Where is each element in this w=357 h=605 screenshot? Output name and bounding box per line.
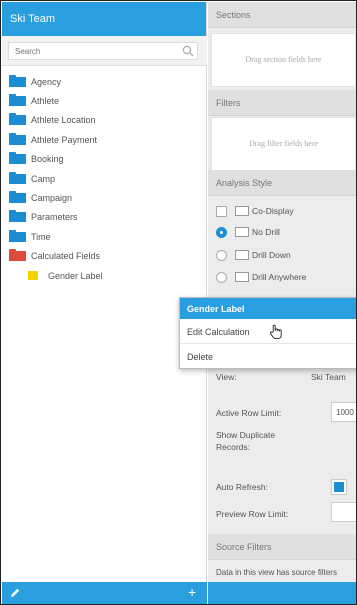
co-display-label: Co-Display: [252, 206, 294, 216]
edit-calculation-label: Edit Calculation: [187, 327, 250, 337]
folder-parameters[interactable]: Parameters: [2, 208, 207, 227]
left-footer-bar: +: [2, 582, 207, 604]
field-tree: Agency Athlete Athlete Location Athlete …: [2, 72, 207, 285]
right-footer-bar: [208, 582, 356, 604]
search-input[interactable]: [8, 42, 198, 60]
edit-calculation-item[interactable]: Edit Calculation: [180, 319, 356, 344]
drill-down-icon: [235, 250, 249, 260]
drill-anywhere-icon: [235, 272, 249, 282]
folder-icon: [9, 132, 26, 145]
delete-label: Delete: [187, 352, 214, 362]
folder-athlete-payment[interactable]: Athlete Payment: [2, 130, 207, 149]
folder-label: Parameters: [31, 212, 78, 223]
folder-icon: [9, 152, 26, 165]
folder-agency[interactable]: Agency: [2, 72, 207, 91]
folder-label: Campaign: [31, 193, 73, 204]
analysis-style-header: Analysis Style: [208, 170, 356, 196]
folder-icon: [9, 210, 26, 223]
active-row-limit-label: Active Row Limit:: [216, 408, 282, 418]
drill-down-label: Drill Down: [252, 250, 291, 260]
field-label: Gender Label: [48, 270, 103, 281]
filters-drop-zone[interactable]: Drag filter fields here: [211, 117, 356, 171]
field-gender-label[interactable]: Gender Label: [2, 266, 207, 285]
search-icon[interactable]: [182, 45, 194, 57]
sections-header: Sections: [208, 2, 356, 28]
folder-camp[interactable]: Camp: [2, 169, 207, 188]
no-drill-icon: [235, 227, 249, 237]
co-display-checkbox[interactable]: [216, 205, 227, 217]
folder-icon: [9, 191, 26, 204]
source-filters-header: Source Filters: [208, 534, 356, 560]
drill-anywhere-radio[interactable]: [216, 271, 227, 283]
preview-row-limit-label: Preview Row Limit:: [216, 509, 289, 519]
hand-cursor-icon: [269, 324, 282, 340]
context-menu: Gender Label Edit Calculation Delete: [179, 297, 356, 369]
drill-down-option[interactable]: Drill Down: [216, 245, 291, 265]
folder-icon: [9, 94, 26, 107]
folder-icon: [9, 229, 26, 242]
view-title: Ski Team: [2, 2, 206, 36]
drill-anywhere-option[interactable]: Drill Anywhere: [216, 267, 306, 287]
folder-label: Calculated Fields: [31, 251, 101, 262]
folder-label: Athlete Location: [31, 115, 96, 126]
folder-icon: [9, 74, 26, 87]
folder-label: Booking: [31, 154, 64, 165]
folder-time[interactable]: Time: [2, 227, 207, 246]
app-window: Ski Team Agency Athlete Athlete Location: [0, 0, 357, 605]
folder-label: Agency: [31, 76, 62, 87]
pencil-icon[interactable]: [9, 587, 21, 599]
filters-header: Filters: [208, 90, 356, 116]
delete-item[interactable]: Delete: [180, 344, 356, 369]
search-bar: [2, 36, 207, 66]
no-drill-label: No Drill: [252, 227, 280, 237]
no-drill-option[interactable]: No Drill: [216, 222, 280, 242]
folder-calculated-fields[interactable]: Calculated Fields: [2, 247, 207, 266]
show-duplicate-label: Show Duplicate: [216, 430, 276, 440]
folder-icon: [9, 113, 26, 126]
folder-booking[interactable]: Booking: [2, 150, 207, 169]
folder-icon: [9, 171, 26, 184]
folder-athlete[interactable]: Athlete: [2, 91, 207, 110]
auto-refresh-toggle[interactable]: [331, 479, 347, 495]
data-panel: Ski Team Agency Athlete Athlete Location: [2, 2, 207, 604]
preview-row-limit-input[interactable]: [331, 502, 356, 522]
show-duplicate-label-cont: Records:: [216, 442, 251, 452]
sections-drop-zone[interactable]: Drag section fields here: [211, 33, 356, 87]
add-icon[interactable]: +: [188, 584, 196, 600]
view-value: Ski Team: [311, 372, 346, 382]
folder-open-icon: [9, 249, 26, 262]
folder-label: Athlete: [31, 96, 60, 107]
co-display-icon: [235, 206, 249, 216]
co-display-option[interactable]: Co-Display: [216, 201, 294, 221]
folder-label: Camp: [31, 173, 56, 184]
calculated-field-icon: [28, 271, 38, 281]
drill-anywhere-label: Drill Anywhere: [252, 272, 307, 282]
folder-label: Time: [31, 231, 51, 242]
folder-campaign[interactable]: Campaign: [2, 188, 207, 207]
no-drill-radio[interactable]: [216, 226, 227, 238]
source-filters-text: Data in this view has source filters: [216, 568, 337, 577]
folder-label: Athlete Payment: [31, 134, 98, 145]
auto-refresh-label: Auto Refresh:: [216, 482, 268, 492]
folder-athlete-location[interactable]: Athlete Location: [2, 111, 207, 130]
view-label: View:: [216, 372, 237, 382]
drill-down-radio[interactable]: [216, 249, 227, 261]
active-row-limit-input[interactable]: 1000: [331, 402, 356, 422]
context-menu-title: Gender Label: [180, 298, 356, 319]
